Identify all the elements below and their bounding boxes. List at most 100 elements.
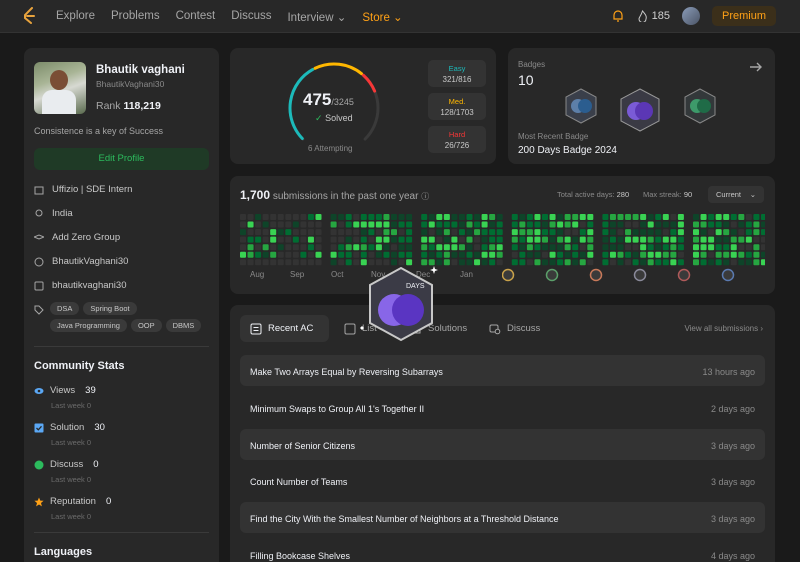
heatmap-cell[interactable] bbox=[421, 251, 428, 258]
heatmap-cell[interactable] bbox=[670, 259, 677, 266]
heatmap-cell[interactable] bbox=[398, 229, 405, 236]
heatmap-cell[interactable] bbox=[489, 244, 496, 251]
heatmap-cell[interactable] bbox=[760, 221, 765, 228]
heatmap-cell[interactable] bbox=[247, 251, 254, 258]
heatmap-cell[interactable] bbox=[300, 214, 307, 220]
heatmap-cell[interactable] bbox=[338, 236, 345, 243]
heatmap-cell[interactable] bbox=[542, 244, 548, 251]
heatmap-cell[interactable] bbox=[240, 251, 246, 258]
heatmap-cell[interactable] bbox=[277, 221, 284, 228]
badge-200-days-icon[interactable] bbox=[619, 88, 661, 132]
heatmap-cell[interactable] bbox=[270, 229, 277, 236]
heatmap-cell[interactable] bbox=[579, 229, 586, 236]
heatmap-cell[interactable] bbox=[368, 214, 375, 220]
heatmap-cell[interactable] bbox=[436, 221, 443, 228]
heatmap-cell[interactable] bbox=[345, 236, 352, 243]
heatmap-cell[interactable] bbox=[534, 214, 541, 220]
heatmap-cell[interactable] bbox=[519, 251, 526, 258]
heatmap-cell[interactable] bbox=[534, 236, 541, 243]
monthly-badge-icon[interactable] bbox=[721, 268, 735, 282]
heatmap-cell[interactable] bbox=[375, 221, 382, 228]
heatmap-cell[interactable] bbox=[406, 214, 413, 220]
heatmap-cell[interactable] bbox=[632, 251, 639, 258]
heatmap-cell[interactable] bbox=[526, 229, 533, 236]
heatmap-cell[interactable] bbox=[300, 259, 307, 266]
heatmap-cell[interactable] bbox=[677, 236, 684, 243]
heatmap-cell[interactable] bbox=[481, 259, 488, 266]
heatmap-cell[interactable] bbox=[451, 244, 458, 251]
heatmap-cell[interactable] bbox=[572, 236, 579, 243]
heatmap-cell[interactable] bbox=[270, 259, 277, 266]
heatmap-cell[interactable] bbox=[708, 229, 715, 236]
heatmap-cell[interactable] bbox=[557, 251, 564, 258]
heatmap-cell[interactable] bbox=[700, 251, 707, 258]
heatmap-cell[interactable] bbox=[255, 259, 262, 266]
heatmap-cell[interactable] bbox=[277, 251, 284, 258]
heatmap-cell[interactable] bbox=[609, 229, 616, 236]
heatmap-cell[interactable] bbox=[632, 236, 639, 243]
info-group[interactable]: Add Zero Group bbox=[34, 232, 120, 243]
heatmap-cell[interactable] bbox=[617, 236, 624, 243]
heatmap-cell[interactable] bbox=[368, 221, 375, 228]
submission-row[interactable]: Make Two Arrays Equal by Reversing Subar… bbox=[240, 355, 765, 386]
heatmap-cell[interactable] bbox=[489, 221, 496, 228]
heatmap-cell[interactable] bbox=[564, 229, 571, 236]
range-select[interactable]: Current ⌄ bbox=[708, 186, 764, 203]
heatmap-cell[interactable] bbox=[519, 214, 526, 220]
heatmap-cell[interactable] bbox=[428, 229, 435, 236]
heatmap-cell[interactable] bbox=[496, 244, 503, 251]
heatmap-cell[interactable] bbox=[240, 229, 246, 236]
heatmap-cell[interactable] bbox=[564, 251, 571, 258]
tab-recent-ac[interactable]: Recent AC bbox=[240, 315, 329, 342]
heatmap-cell[interactable] bbox=[549, 229, 556, 236]
heatmap-cell[interactable] bbox=[730, 244, 737, 251]
heatmap-cell[interactable] bbox=[511, 236, 518, 243]
heatmap-cell[interactable] bbox=[383, 221, 390, 228]
heatmap-cell[interactable] bbox=[708, 259, 715, 266]
heatmap-cell[interactable] bbox=[572, 251, 579, 258]
heatmap-cell[interactable] bbox=[255, 251, 262, 258]
heatmap-cell[interactable] bbox=[526, 244, 533, 251]
heatmap-cell[interactable] bbox=[655, 259, 662, 266]
nav-problems[interactable]: Problems bbox=[111, 10, 160, 24]
heatmap-cell[interactable] bbox=[247, 244, 254, 251]
heatmap-cell[interactable] bbox=[391, 214, 397, 220]
heatmap-cell[interactable] bbox=[609, 251, 616, 258]
heatmap-cell[interactable] bbox=[617, 229, 624, 236]
heatmap-cell[interactable] bbox=[270, 236, 277, 243]
heatmap-cell[interactable] bbox=[466, 251, 473, 258]
heatmap-cell[interactable] bbox=[640, 229, 647, 236]
heatmap-cell[interactable] bbox=[526, 214, 533, 220]
heatmap-cell[interactable] bbox=[602, 251, 609, 258]
heatmap-cell[interactable] bbox=[662, 251, 669, 258]
heatmap-cell[interactable] bbox=[693, 251, 699, 258]
heatmap-cell[interactable] bbox=[481, 221, 488, 228]
heatmap-cell[interactable] bbox=[738, 244, 745, 251]
heatmap-cell[interactable] bbox=[511, 214, 518, 220]
heatmap-cell[interactable] bbox=[715, 244, 722, 251]
heatmap-cell[interactable] bbox=[632, 221, 639, 228]
heatmap-cell[interactable] bbox=[677, 214, 684, 220]
heatmap-cell[interactable] bbox=[708, 251, 715, 258]
heatmap-cell[interactable] bbox=[640, 236, 647, 243]
heatmap-cell[interactable] bbox=[655, 229, 662, 236]
heatmap-cell[interactable] bbox=[398, 251, 405, 258]
heatmap-cell[interactable] bbox=[700, 229, 707, 236]
heatmap-cell[interactable] bbox=[285, 214, 292, 220]
heatmap-cell[interactable] bbox=[647, 214, 654, 220]
heatmap-cell[interactable] bbox=[579, 221, 586, 228]
heatmap-cell[interactable] bbox=[632, 214, 639, 220]
heatmap-cell[interactable] bbox=[609, 259, 616, 266]
heatmap-cell[interactable] bbox=[285, 229, 292, 236]
heatmap-cell[interactable] bbox=[466, 259, 473, 266]
heatmap-cell[interactable] bbox=[753, 259, 760, 266]
heatmap-cell[interactable] bbox=[602, 236, 609, 243]
heatmap-cell[interactable] bbox=[458, 244, 465, 251]
heatmap-cell[interactable] bbox=[662, 229, 669, 236]
heatmap-cell[interactable] bbox=[391, 221, 397, 228]
heatmap-cell[interactable] bbox=[602, 214, 609, 220]
heatmap-cell[interactable] bbox=[247, 229, 254, 236]
heatmap-cell[interactable] bbox=[421, 221, 428, 228]
heatmap-cell[interactable] bbox=[496, 229, 503, 236]
monthly-badge-icon[interactable] bbox=[677, 268, 691, 282]
